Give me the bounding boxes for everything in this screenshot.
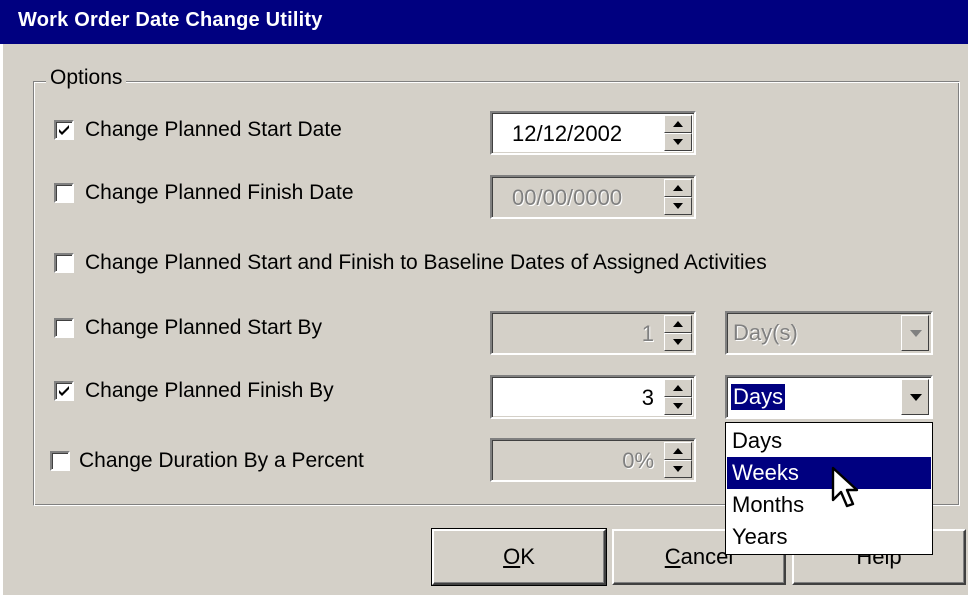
spin-down-button[interactable] bbox=[664, 397, 692, 415]
checkbox-change-planned-finish-by[interactable]: Change Planned Finish By bbox=[54, 378, 334, 404]
arrow-down-icon bbox=[673, 403, 683, 409]
dropdown-option-days[interactable]: Days bbox=[727, 425, 931, 457]
checkbox-label: Change Planned Finish Date bbox=[85, 181, 354, 204]
checkbox-box[interactable] bbox=[54, 253, 74, 273]
dialog-window: Work Order Date Change Utility Options C… bbox=[0, 0, 968, 595]
select-value: Day(s) bbox=[733, 320, 798, 345]
checkbox-label: Change Planned Start By bbox=[85, 316, 322, 339]
spin-down-button[interactable] bbox=[664, 133, 692, 151]
check-mark-icon bbox=[59, 125, 69, 135]
mouse-pointer-icon bbox=[831, 466, 859, 508]
checkbox-label: Change Duration By a Percent bbox=[79, 449, 364, 472]
field-value: 0% bbox=[622, 448, 654, 473]
checkbox-box[interactable] bbox=[54, 318, 74, 338]
spin-down-button[interactable] bbox=[664, 460, 692, 478]
window-title: Work Order Date Change Utility bbox=[18, 9, 323, 31]
date-spinner[interactable] bbox=[664, 115, 692, 151]
amount-spinner[interactable] bbox=[664, 379, 692, 415]
finish-by-unit-select[interactable]: Days bbox=[725, 375, 933, 419]
arrow-up-icon bbox=[673, 385, 683, 391]
checkbox-box[interactable] bbox=[54, 120, 74, 140]
spin-up-button[interactable] bbox=[664, 315, 692, 333]
start-by-unit-select[interactable]: Day(s) bbox=[725, 311, 933, 355]
select-value: Days bbox=[731, 384, 786, 410]
amount-spinner[interactable] bbox=[664, 315, 692, 351]
arrow-up-icon bbox=[673, 321, 683, 327]
checkbox-box[interactable] bbox=[54, 381, 74, 401]
checkbox-label: Change Planned Start Date bbox=[85, 118, 342, 141]
date-spinner[interactable] bbox=[664, 179, 692, 215]
checkbox-change-planned-finish-date[interactable]: Change Planned Finish Date bbox=[54, 180, 354, 206]
ok-mnemonic: O bbox=[503, 544, 521, 569]
spin-down-button[interactable] bbox=[664, 197, 692, 215]
field-value: 00/00/0000 bbox=[512, 185, 623, 210]
dropdown-option-months[interactable]: Months bbox=[727, 489, 931, 521]
planned-start-date-field[interactable]: 12/12/2002 bbox=[490, 111, 696, 155]
options-legend: Options bbox=[46, 66, 127, 90]
check-mark-icon bbox=[59, 386, 69, 396]
checkbox-change-to-baseline-dates[interactable]: Change Planned Start and Finish to Basel… bbox=[54, 250, 767, 276]
spin-up-button[interactable] bbox=[664, 442, 692, 460]
ok-label-rest: K bbox=[520, 544, 535, 569]
field-value: 1 bbox=[641, 321, 654, 346]
dropdown-option-weeks[interactable]: Weeks bbox=[727, 457, 931, 489]
spin-up-button[interactable] bbox=[664, 179, 692, 197]
arrow-down-icon bbox=[673, 139, 683, 145]
arrow-down-icon bbox=[673, 339, 683, 345]
dropdown-option-years[interactable]: Years bbox=[727, 521, 931, 553]
chevron-down-icon bbox=[910, 330, 922, 337]
finish-by-amount-field[interactable]: 3 bbox=[490, 375, 696, 419]
checkbox-box[interactable] bbox=[54, 183, 74, 203]
checkbox-change-planned-start-date[interactable]: Change Planned Start Date bbox=[54, 117, 342, 143]
duration-percent-field[interactable]: 0% bbox=[490, 438, 696, 482]
checkbox-change-planned-start-by[interactable]: Change Planned Start By bbox=[54, 315, 322, 341]
window-border bbox=[0, 44, 3, 595]
checkbox-label: Change Planned Start and Finish to Basel… bbox=[85, 251, 767, 274]
chevron-down-icon bbox=[910, 394, 922, 401]
title-bar[interactable]: Work Order Date Change Utility bbox=[0, 0, 968, 44]
field-value: 12/12/2002 bbox=[512, 121, 623, 146]
spin-up-button[interactable] bbox=[664, 115, 692, 133]
arrow-up-icon bbox=[673, 448, 683, 454]
spin-up-button[interactable] bbox=[664, 379, 692, 397]
unit-dropdown-list[interactable]: Days Weeks Months Years bbox=[725, 422, 933, 555]
arrow-up-icon bbox=[673, 185, 683, 191]
select-dropdown-button[interactable] bbox=[901, 315, 929, 351]
start-by-amount-field[interactable]: 1 bbox=[490, 311, 696, 355]
checkbox-change-duration-by-percent[interactable]: Change Duration By a Percent bbox=[50, 448, 364, 474]
field-value: 3 bbox=[641, 385, 654, 410]
ok-button[interactable]: OK bbox=[431, 528, 607, 586]
select-dropdown-button[interactable] bbox=[901, 379, 929, 415]
planned-finish-date-field[interactable]: 00/00/0000 bbox=[490, 175, 696, 219]
cancel-mnemonic: C bbox=[664, 544, 681, 569]
checkbox-box[interactable] bbox=[50, 451, 70, 471]
arrow-down-icon bbox=[673, 203, 683, 209]
arrow-down-icon bbox=[673, 466, 683, 472]
arrow-up-icon bbox=[673, 121, 683, 127]
checkbox-label: Change Planned Finish By bbox=[85, 379, 334, 402]
spin-down-button[interactable] bbox=[664, 333, 692, 351]
percent-spinner[interactable] bbox=[664, 442, 692, 478]
